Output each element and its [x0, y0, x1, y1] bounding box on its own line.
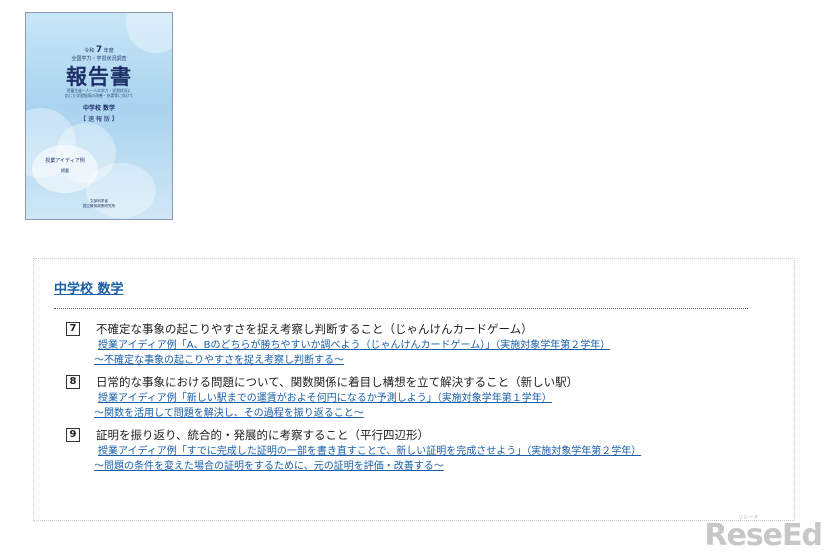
- item-title: 日常的な事象における問題について、関数関係に着目し構想を立て解決すること（新しい…: [96, 374, 579, 389]
- lesson-idea-link[interactable]: 授業アイディア例「新しい駅までの運賃がおよそ何円になるか予測しよう」（実施対象学…: [98, 391, 774, 406]
- lesson-idea-sublink[interactable]: ～不確定な事象の起こりやすさを捉え考察し判断する～: [94, 353, 774, 368]
- lesson-idea-link[interactable]: 授業アイディア例「A、Bのどちらが勝ちやすいか調べよう（じゃんけんカードゲーム）…: [98, 338, 774, 353]
- item-number-badge: 8: [66, 374, 80, 389]
- lesson-idea-sublink[interactable]: ～関数を活用して問題を解決し、その過程を振り返ること～: [94, 406, 774, 421]
- report-cover-thumbnail[interactable]: 令和 7 年度 全国学力・学習状況調査 報告書 児童生徒一人一人の学力・学習状況…: [25, 12, 173, 220]
- lesson-item: 9 証明を振り返り、統合的・発展的に考察すること（平行四辺形） 授業アイディア例…: [66, 425, 774, 474]
- cover-idea-sub: 掲載: [61, 168, 69, 173]
- lesson-idea-link[interactable]: 授業アイディア例「すでに完成した証明の一部を書き直すことで、新しい証明を完成させ…: [98, 444, 774, 459]
- cover-organization: 文部科学省 国立教育政策研究所: [26, 199, 172, 209]
- cover-description-line: 応じた学習指導の改善・充実等に向けて: [64, 93, 134, 98]
- cover-title: 報告書: [66, 64, 132, 89]
- cover-edition: 【 速 報 版 】: [80, 116, 118, 123]
- logo-tagline: リシード: [738, 515, 759, 521]
- lesson-item: 8 日常的な事象における問題について、関数関係に着目し構想を立て解決すること（新…: [66, 372, 774, 421]
- item-title: 不確定な事象の起こりやすさを捉え考察し判断すること（じゃんけんカードゲーム）: [96, 321, 533, 336]
- lesson-ideas-panel: 中学校 数学 7 不確定な事象の起こりやすさを捉え考察し判断すること（じゃんけん…: [33, 258, 795, 521]
- lesson-item: 7 不確定な事象の起こりやすさを捉え考察し判断すること（じゃんけんカードゲーム）…: [66, 319, 774, 368]
- cover-subject: 中学校 数学: [82, 105, 116, 112]
- item-number-badge: 9: [66, 427, 80, 442]
- cover-year-suffix: 年度: [103, 48, 114, 54]
- item-title: 証明を振り返り、統合的・発展的に考察すること（平行四辺形）: [96, 427, 430, 442]
- site-logo-watermark: リシード ReseEd: [704, 515, 823, 553]
- cover-description: 児童生徒一人一人の学力・学習状況に 応じた学習指導の改善・充実等に向けて: [44, 88, 154, 98]
- lesson-item-header: 8 日常的な事象における問題について、関数関係に着目し構想を立て解決すること（新…: [66, 372, 774, 391]
- logo-text: ReseEd: [704, 518, 823, 553]
- divider: [54, 308, 748, 309]
- cover-year: 令和 7 年度: [34, 45, 164, 55]
- cover-idea-label: 授業アイディア例: [45, 158, 85, 164]
- lesson-idea-sublink[interactable]: ～問題の条件を変えた場合の証明をするために、元の証明を評価・改善する～: [94, 459, 774, 474]
- lesson-item-header: 9 証明を振り返り、統合的・発展的に考察すること（平行四辺形）: [66, 425, 774, 444]
- section-heading-link[interactable]: 中学校 数学: [54, 278, 124, 297]
- lesson-list: 7 不確定な事象の起こりやすさを捉え考察し判断すること（じゃんけんカードゲーム）…: [66, 319, 774, 478]
- lesson-item-header: 7 不確定な事象の起こりやすさを捉え考察し判断すること（じゃんけんカードゲーム）: [66, 319, 774, 338]
- cover-year-number: 7: [95, 45, 103, 55]
- cover-org-line: 国立教育政策研究所: [82, 204, 116, 208]
- item-number-badge: 7: [66, 321, 80, 336]
- cover-year-prefix: 令和: [84, 48, 95, 54]
- cover-idea-badge: 授業アイディア例 掲載: [32, 145, 98, 193]
